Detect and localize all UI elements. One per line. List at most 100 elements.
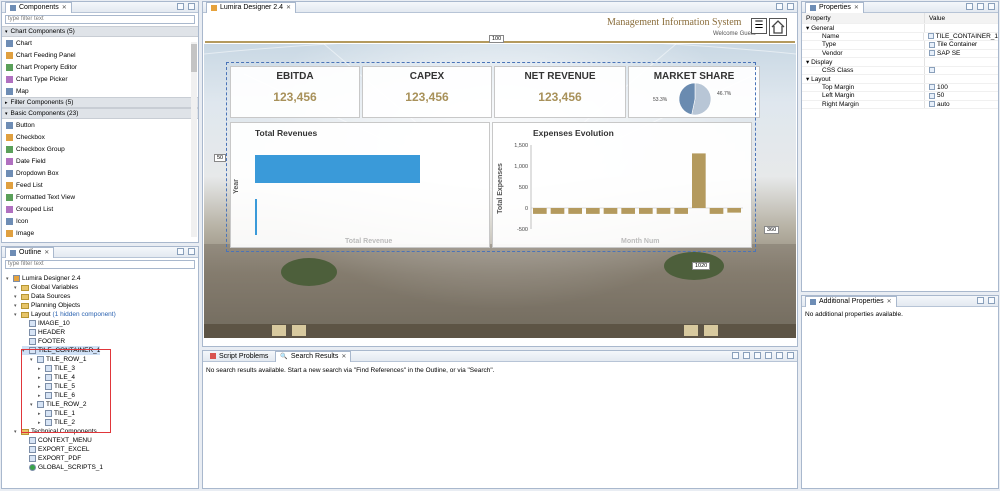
property-value-icon bbox=[929, 84, 935, 91]
minimize-icon[interactable] bbox=[977, 3, 984, 10]
basic-component-item[interactable]: Date Field bbox=[2, 155, 198, 167]
outline-item[interactable]: HEADER bbox=[22, 328, 65, 337]
maximize-icon[interactable] bbox=[988, 297, 995, 304]
chevron-icon[interactable]: ▾ bbox=[6, 276, 11, 282]
component-icon bbox=[29, 320, 36, 327]
property-row[interactable]: Name TILE_CONTAINER_1 bbox=[802, 32, 998, 41]
tab-search-results[interactable]: 🔍 Search Results ✕ bbox=[275, 351, 352, 362]
chart-component-item[interactable]: Chart bbox=[2, 37, 198, 49]
minimize-icon[interactable] bbox=[977, 297, 984, 304]
outline-item[interactable]: ▾ Layout (1 hidden component) bbox=[14, 310, 116, 319]
property-value-icon bbox=[927, 33, 934, 40]
property-row[interactable]: Top Margin 100 bbox=[802, 83, 998, 92]
basic-components-group[interactable]: ▾ Basic Components (23) bbox=[2, 108, 198, 119]
property-row[interactable]: CSS Class bbox=[802, 66, 998, 75]
additional-title-bar: Additional Properties ✕ bbox=[802, 296, 998, 307]
outline-item[interactable]: ▾ Planning Objects bbox=[14, 301, 80, 310]
close-icon[interactable]: ✕ bbox=[341, 353, 346, 360]
toolbar-icon[interactable] bbox=[743, 352, 750, 359]
property-row[interactable]: Right Margin auto bbox=[802, 100, 998, 109]
editor-tab[interactable]: Lumira Designer 2.4 ✕ bbox=[206, 2, 297, 13]
components-filter-input[interactable]: type filter text bbox=[5, 15, 195, 24]
home-button[interactable] bbox=[769, 18, 787, 36]
scrollbar[interactable] bbox=[191, 42, 197, 237]
toolbar-icon[interactable] bbox=[732, 352, 739, 359]
property-group: ▾ General bbox=[802, 24, 998, 33]
outline-item[interactable]: FOOTER bbox=[22, 337, 65, 346]
outline-item[interactable]: ▾ Data Sources bbox=[14, 292, 70, 301]
additional-properties-tab[interactable]: Additional Properties ✕ bbox=[805, 296, 897, 307]
property-value-icon bbox=[929, 101, 935, 108]
maximize-icon[interactable] bbox=[188, 3, 195, 10]
properties-tab[interactable]: Properties ✕ bbox=[805, 2, 864, 13]
properties-title-bar: Properties ✕ bbox=[802, 2, 998, 13]
close-icon[interactable]: ✕ bbox=[62, 4, 67, 11]
component-icon bbox=[6, 63, 13, 71]
outline-icon bbox=[10, 249, 16, 256]
toolbar-icon[interactable] bbox=[754, 352, 761, 359]
chart-components-list: Chart Chart Feeding Panel Chart Property E… bbox=[2, 37, 198, 97]
maximize-icon[interactable] bbox=[787, 3, 794, 10]
toolbar-icon[interactable] bbox=[966, 3, 973, 10]
filter-components-group[interactable]: ▸ Filter Components (5) bbox=[2, 97, 198, 108]
hamburger-icon: ☰ bbox=[754, 20, 764, 31]
basic-component-item[interactable]: Checkbox bbox=[2, 131, 198, 143]
component-icon bbox=[29, 329, 36, 336]
outline-item[interactable]: ▾ Lumira Designer 2.4 bbox=[6, 274, 81, 283]
component-icon bbox=[6, 229, 13, 237]
basic-component-item[interactable]: Formatted Text View bbox=[2, 191, 198, 203]
basic-component-item[interactable]: Button bbox=[2, 119, 198, 131]
basic-component-item[interactable]: Icon bbox=[2, 215, 198, 227]
basic-component-item[interactable]: Grouped List bbox=[2, 203, 198, 215]
chart-components-group[interactable]: ▾ Chart Components (5) bbox=[2, 26, 198, 37]
outline-item[interactable]: ▾ Global Variables bbox=[14, 283, 78, 292]
basic-component-item[interactable]: Dropdown Box bbox=[2, 167, 198, 179]
minimize-icon[interactable] bbox=[177, 3, 184, 10]
maximize-icon[interactable] bbox=[188, 248, 195, 255]
close-icon[interactable]: ✕ bbox=[887, 298, 892, 305]
basic-component-item[interactable]: Image bbox=[2, 227, 198, 239]
close-icon[interactable]: ✕ bbox=[854, 4, 859, 11]
tab-script-problems[interactable]: Script Problems bbox=[206, 351, 272, 362]
toolbar-icon[interactable] bbox=[765, 352, 772, 359]
home-icon bbox=[771, 20, 785, 34]
components-tab[interactable]: Components ✕ bbox=[5, 2, 72, 13]
property-row[interactable]: Left Margin 50 bbox=[802, 92, 998, 101]
outline-item[interactable]: IMAGE_10 bbox=[22, 319, 70, 328]
outline-item[interactable]: GLOBAL_SCRIPTS_1 bbox=[22, 463, 103, 472]
selection-highlight-box bbox=[21, 349, 111, 433]
outline-item[interactable]: CONTEXT_MENU bbox=[22, 436, 92, 445]
outline-tab[interactable]: Outline ✕ bbox=[5, 247, 55, 258]
outline-item[interactable]: EXPORT_PDF bbox=[22, 454, 81, 463]
lumira-icon bbox=[211, 4, 217, 11]
close-icon[interactable]: ✕ bbox=[44, 249, 49, 256]
chart-component-item[interactable]: Chart Type Picker bbox=[2, 73, 198, 85]
chevron-icon[interactable]: ▾ bbox=[14, 294, 19, 300]
chevron-icon[interactable]: ▾ bbox=[14, 285, 19, 291]
minimize-icon[interactable] bbox=[776, 3, 783, 10]
basic-component-item[interactable]: Feed List bbox=[2, 179, 198, 191]
basic-component-item[interactable]: Checkbox Group bbox=[2, 143, 198, 155]
outline-item[interactable]: EXPORT_EXCEL bbox=[22, 445, 90, 454]
property-row[interactable]: Vendor SAP SE bbox=[802, 49, 998, 58]
minimize-icon[interactable] bbox=[776, 352, 783, 359]
menu-button[interactable]: ☰ bbox=[751, 18, 767, 34]
chevron-right-icon: ▸ bbox=[5, 99, 8, 106]
maximize-icon[interactable] bbox=[988, 3, 995, 10]
chevron-icon[interactable]: ▾ bbox=[14, 429, 19, 435]
guide-bottom-label: 1020 bbox=[692, 262, 711, 270]
chart-component-item[interactable]: Chart Feeding Panel bbox=[2, 49, 198, 61]
chevron-icon[interactable]: ▾ bbox=[14, 303, 19, 309]
outline-filter-input[interactable]: type filter text bbox=[5, 260, 195, 269]
maximize-icon[interactable] bbox=[787, 352, 794, 359]
chevron-icon[interactable]: ▾ bbox=[14, 312, 19, 318]
chart-component-item[interactable]: Chart Property Editor bbox=[2, 61, 198, 73]
component-icon bbox=[6, 87, 13, 95]
component-icon bbox=[6, 133, 13, 141]
component-icon bbox=[6, 157, 13, 165]
chart-component-item[interactable]: Map bbox=[2, 85, 198, 97]
minimize-icon[interactable] bbox=[177, 248, 184, 255]
close-icon[interactable]: ✕ bbox=[286, 4, 291, 11]
chevron-down-icon: ▾ bbox=[5, 110, 8, 117]
property-row[interactable]: Type Tile Container bbox=[802, 41, 998, 50]
